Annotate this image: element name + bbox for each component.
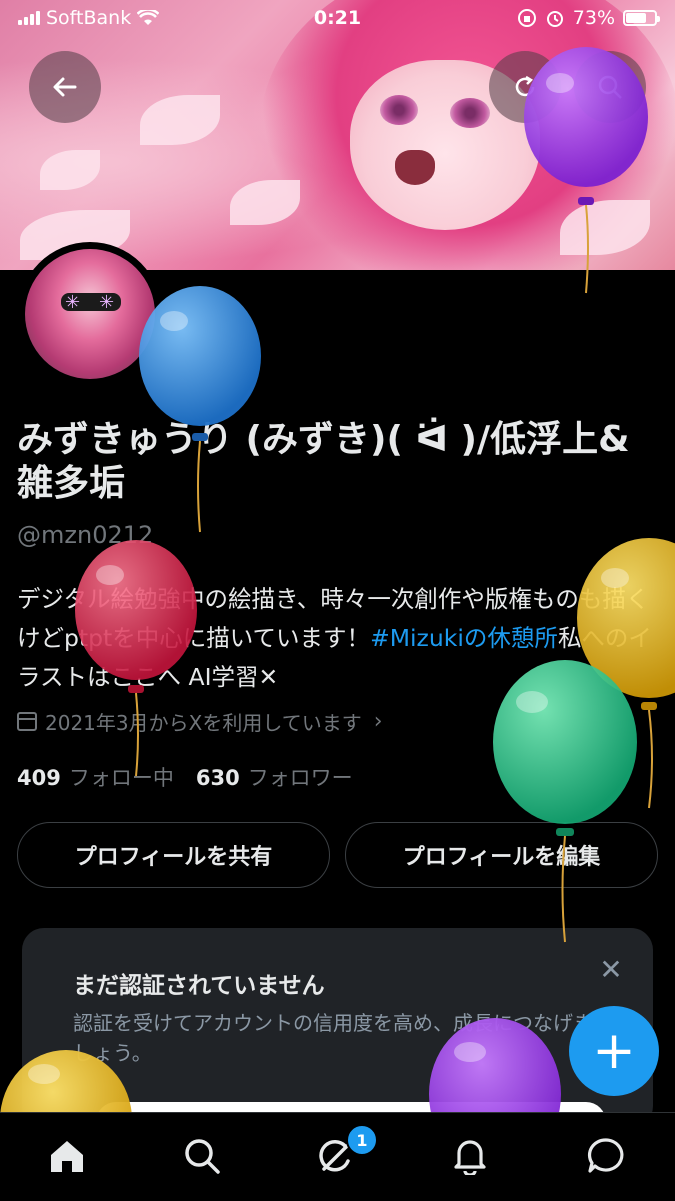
- status-bar: SoftBank 0:21 73%: [0, 0, 675, 40]
- bio: デジタル絵勉強中の絵描き、時々一次創作や版権ものも描くけどptptを中心に描いて…: [17, 580, 657, 697]
- back-button[interactable]: [29, 51, 101, 123]
- chevron-right-icon: ›: [373, 709, 383, 734]
- following-link[interactable]: 409 フォロー中: [17, 762, 174, 792]
- follow-stats: 409 フォロー中 630 フォロワー: [17, 762, 353, 792]
- search-icon: [598, 75, 622, 99]
- profile-banner[interactable]: [0, 0, 675, 270]
- verification-title: まだ認証されていません: [73, 973, 325, 999]
- following-label: フォロー中: [68, 766, 174, 790]
- join-date-text: 2021年3月からXを利用しています: [45, 711, 362, 735]
- bell-icon: [454, 1140, 486, 1175]
- message-icon: [587, 1138, 624, 1173]
- nav-home[interactable]: [37, 1131, 97, 1181]
- followers-link[interactable]: 630 フォロワー: [196, 762, 353, 792]
- bio-hashtag-link[interactable]: #Mizukiの休憩所: [370, 624, 558, 652]
- calendar-icon: [17, 712, 37, 731]
- edit-profile-button[interactable]: プロフィールを編集: [345, 822, 658, 888]
- alarm-icon: [546, 11, 563, 27]
- followers-label: フォロワー: [247, 766, 353, 790]
- following-count: 409: [17, 766, 61, 790]
- balloon-green: [493, 660, 637, 943]
- battery-icon: [623, 10, 660, 26]
- search-profile-button[interactable]: [574, 51, 646, 123]
- refresh-button[interactable]: [489, 51, 561, 123]
- join-date[interactable]: 2021年3月からXを利用しています ›: [17, 707, 383, 736]
- orientation-lock-icon: [517, 9, 536, 27]
- avatar[interactable]: ✳ ✳: [18, 242, 162, 386]
- handle: @mzn0212: [17, 521, 154, 549]
- close-icon[interactable]: ✕: [596, 955, 626, 985]
- compose-post-button[interactable]: +: [569, 1006, 659, 1096]
- battery-percent: 73%: [572, 7, 615, 29]
- bottom-nav: [0, 1112, 675, 1201]
- nav-notifications[interactable]: [440, 1131, 500, 1181]
- home-icon: [51, 1141, 83, 1172]
- refresh-icon: [515, 75, 535, 97]
- search-icon: [185, 1139, 220, 1174]
- display-name: みずきゅうり (みずき)( ᐛ )/低浮上&雑多垢: [17, 419, 630, 504]
- notification-badge: 1: [346, 1124, 378, 1156]
- arrow-left-icon: [53, 77, 77, 97]
- nav-messages[interactable]: [576, 1131, 636, 1181]
- followers-count: 630: [195, 766, 240, 790]
- verification-description: 認証を受けてアカウントの信用度を高め、成長につなげましょう。: [73, 1011, 593, 1065]
- share-profile-button[interactable]: プロフィールを共有: [17, 822, 330, 888]
- nav-search[interactable]: [172, 1131, 232, 1181]
